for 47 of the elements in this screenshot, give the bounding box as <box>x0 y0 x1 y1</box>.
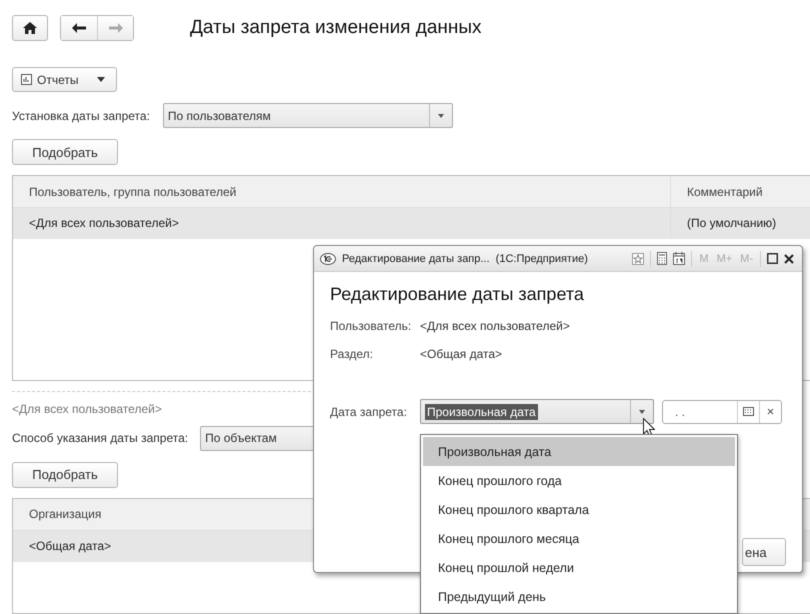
home-icon <box>23 22 37 34</box>
dropdown-option[interactable]: Конец прошлой недели <box>423 553 735 582</box>
table-cell: (По умолчанию) <box>670 208 810 238</box>
field-value: <Для всех пользователей> <box>420 319 570 333</box>
dropdown-option[interactable]: Конец прошлого года <box>423 466 735 495</box>
date-kind-dropdown[interactable]: Произвольная дата <box>420 399 654 424</box>
forward-arrow-icon <box>108 23 122 33</box>
table-cell-text: <Общая дата> <box>28 538 112 555</box>
close-icon[interactable] <box>784 254 794 264</box>
report-icon <box>21 74 32 86</box>
dropdown-option[interactable]: Конец прошлого квартала <box>423 495 735 524</box>
dialog-button[interactable]: ена <box>742 538 786 566</box>
dialog-title: Редактирование даты запр... (1С:Предприятие) <box>342 252 588 264</box>
reports-button[interactable]: Отчеты <box>12 67 117 92</box>
pick-button[interactable]: Подобрать <box>12 462 118 488</box>
dropdown-option[interactable]: Конец прошлого месяца <box>423 524 735 553</box>
field-label: Пользователь: <box>330 319 412 333</box>
clear-icon <box>767 408 774 415</box>
calculator-icon[interactable] <box>657 252 668 265</box>
caret-icon <box>97 77 106 82</box>
home-button[interactable] <box>12 15 48 41</box>
app-logo-icon <box>320 252 336 264</box>
pick-button[interactable]: Подобрать <box>12 139 118 166</box>
dropdown-option[interactable]: Предыдущий день <box>423 582 735 611</box>
setting-label: Установка даты запрета: <box>12 108 150 123</box>
table-cell-text: <Для всех пользователей> <box>28 215 180 232</box>
dropdown-option[interactable]: Произвольная дата <box>423 437 735 466</box>
page-title: Даты запрета изменения данных <box>190 17 482 39</box>
maximize-icon[interactable] <box>767 253 778 264</box>
setting-dropdown[interactable]: По пользователям <box>162 103 453 128</box>
field-label: Раздел: <box>330 347 374 361</box>
calendar-icon <box>743 407 754 416</box>
field-label: Дата запрета: <box>330 404 408 418</box>
back-button[interactable] <box>61 16 97 40</box>
dialog-heading: Редактирование даты запрета <box>330 284 584 305</box>
caret-icon <box>639 410 645 414</box>
column-header[interactable]: Комментарий <box>670 176 810 208</box>
table-row[interactable]: <Для всех пользователей> (По умолчанию) <box>13 208 810 240</box>
current-user-text: <Для всех пользователей> <box>12 402 162 416</box>
back-arrow-icon <box>72 23 86 33</box>
calendar-icon[interactable] <box>673 252 686 265</box>
method-label: Способ указания даты запрета: <box>12 431 188 446</box>
star-icon[interactable] <box>632 252 644 264</box>
column-header[interactable]: Пользователь, группа пользователей <box>13 176 670 208</box>
caret-icon <box>438 114 444 118</box>
field-value: <Общая дата> <box>420 347 502 361</box>
date-input-field[interactable]: . . <box>662 400 782 424</box>
